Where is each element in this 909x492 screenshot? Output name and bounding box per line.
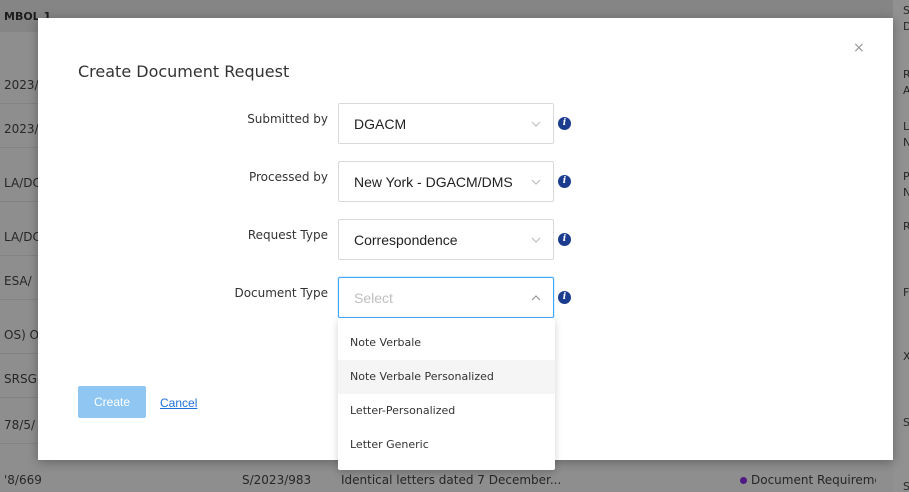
info-icon[interactable]: i: [558, 233, 571, 246]
chevron-down-icon: [531, 179, 541, 185]
document-type-label: Document Type: [234, 286, 328, 300]
chevron-down-icon: [531, 237, 541, 243]
processed-by-value: New York - DGACM/DMS: [354, 174, 513, 190]
submitted-by-value: DGACM: [354, 116, 407, 132]
submitted-by-label: Submitted by: [247, 112, 328, 126]
document-type-dropdown: Note Verbale Note Verbale Personalized L…: [338, 318, 555, 470]
dropdown-option-note-verbale-personalized[interactable]: Note Verbale Personalized: [338, 360, 555, 394]
request-type-label: Request Type: [247, 228, 328, 242]
info-icon[interactable]: i: [558, 291, 571, 304]
document-type-row: Document Type Select i: [38, 277, 893, 319]
dropdown-option-letter-personalized[interactable]: Letter-Personalized: [338, 394, 555, 428]
dropdown-option-note-verbale[interactable]: Note Verbale: [338, 326, 555, 360]
request-type-select[interactable]: Correspondence: [338, 219, 554, 260]
document-type-select[interactable]: Select: [338, 277, 554, 318]
processed-by-row: Processed by New York - DGACM/DMS i: [38, 161, 893, 203]
chevron-down-icon: [531, 121, 541, 127]
processed-by-label: Processed by: [248, 170, 328, 184]
processed-by-select[interactable]: New York - DGACM/DMS: [338, 161, 554, 202]
request-type-value: Correspondence: [354, 232, 458, 248]
create-button[interactable]: Create: [78, 386, 146, 418]
dropdown-option-letter-generic[interactable]: Letter Generic: [338, 428, 555, 462]
close-icon[interactable]: ×: [853, 40, 865, 56]
cancel-link[interactable]: Cancel: [160, 396, 197, 410]
create-document-request-modal: × Create Document Request Submitted by D…: [38, 18, 893, 470]
info-icon[interactable]: i: [558, 175, 571, 188]
chevron-up-icon: [531, 295, 541, 301]
modal-title: Create Document Request: [78, 62, 290, 81]
info-icon[interactable]: i: [558, 117, 571, 130]
submitted-by-select[interactable]: DGACM: [338, 103, 554, 144]
request-type-row: Request Type Correspondence i: [38, 219, 893, 261]
submitted-by-row: Submitted by DGACM i: [38, 103, 893, 145]
document-type-placeholder: Select: [354, 290, 393, 306]
